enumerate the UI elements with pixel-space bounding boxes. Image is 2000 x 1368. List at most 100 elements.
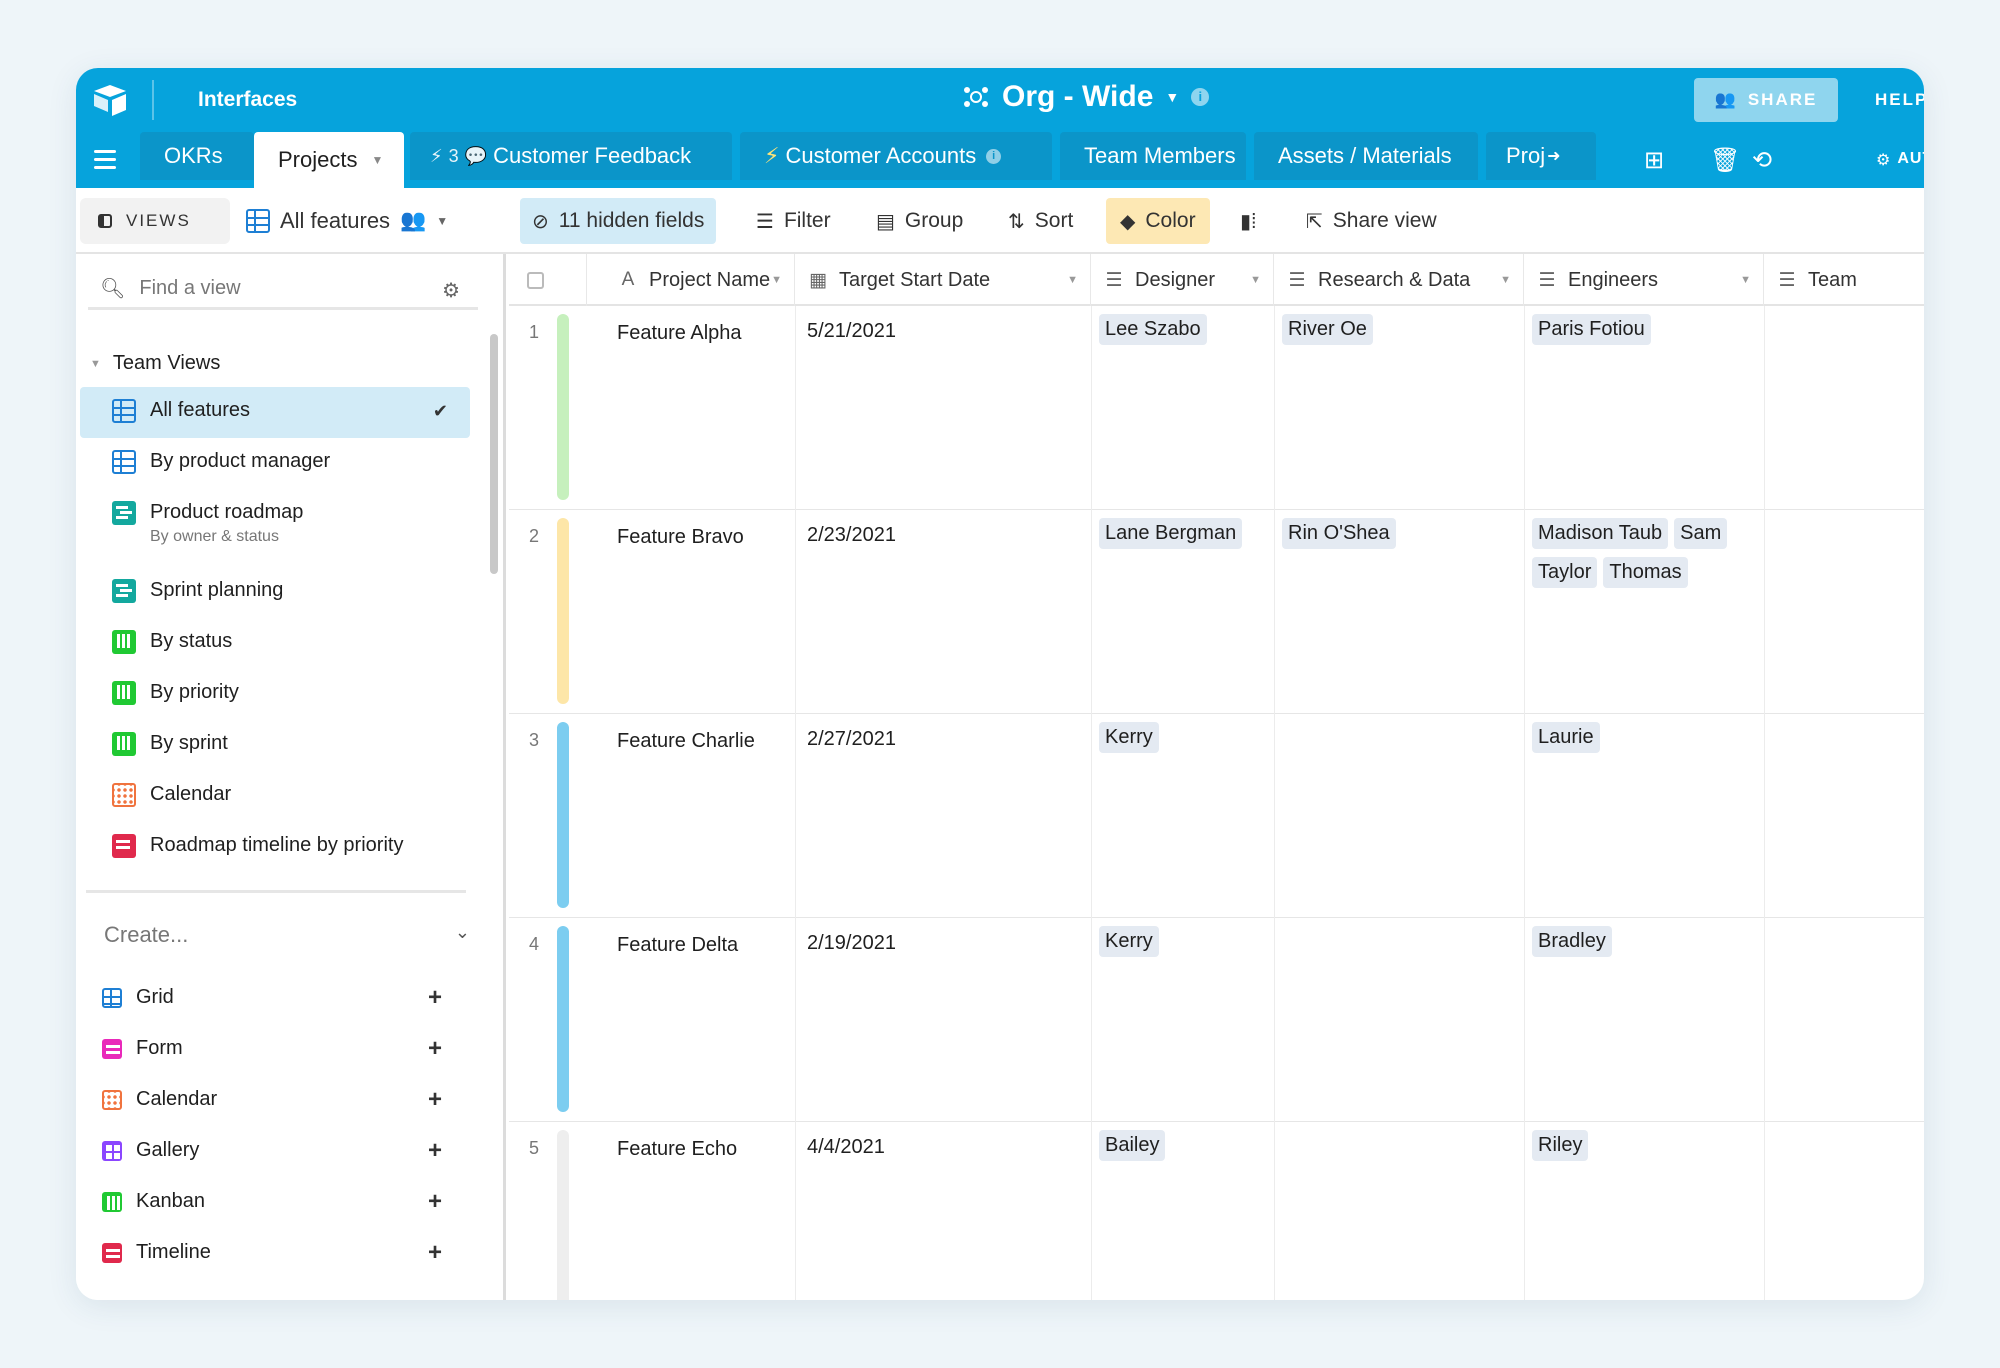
cell-engineers[interactable]: Bradley bbox=[1532, 926, 1758, 965]
cell-engineers[interactable]: Laurie bbox=[1532, 722, 1758, 761]
cell-target-start-date[interactable]: 2/19/2021 bbox=[807, 932, 896, 955]
tab-customer-feedback[interactable]: ⚡ 3 💬 Customer Feedback bbox=[410, 132, 732, 180]
plus-icon[interactable]: + bbox=[428, 1188, 442, 1216]
cell-research-data[interactable]: River Oe bbox=[1282, 314, 1518, 353]
chevron-right-icon[interactable]: ➜ bbox=[1547, 146, 1560, 166]
chevron-down-icon[interactable]: ▼ bbox=[1500, 274, 1511, 286]
cell-engineers[interactable]: Riley bbox=[1532, 1130, 1758, 1169]
column-header-research-data[interactable]: ☰ Research & Data ▼ bbox=[1274, 254, 1524, 306]
person-chip[interactable]: Taylor bbox=[1532, 557, 1597, 588]
hamburger-menu-icon[interactable] bbox=[94, 150, 116, 170]
share-button[interactable]: 👥 SHARE bbox=[1694, 78, 1838, 122]
plus-icon[interactable]: + bbox=[428, 1035, 442, 1063]
cell-project-name[interactable]: Feature Charlie bbox=[617, 730, 755, 753]
help-link[interactable]: HELP bbox=[1875, 90, 1924, 110]
person-chip[interactable]: Rin O'Shea bbox=[1282, 518, 1396, 549]
cell-project-name[interactable]: Feature Delta bbox=[617, 934, 738, 957]
person-chip[interactable]: Paris Fotiou bbox=[1532, 314, 1651, 345]
cell-target-start-date[interactable]: 2/27/2021 bbox=[807, 728, 896, 751]
team-views-section-header[interactable]: ▼ Team Views bbox=[90, 352, 220, 375]
views-toggle-button[interactable]: VIEWS bbox=[80, 198, 230, 244]
person-chip[interactable]: Bailey bbox=[1099, 1130, 1165, 1161]
create-grid[interactable]: Grid + bbox=[102, 972, 472, 1023]
trash-icon[interactable]: 🗑 bbox=[1710, 146, 1740, 175]
person-chip[interactable]: Laurie bbox=[1532, 722, 1600, 753]
find-view-input[interactable] bbox=[139, 277, 419, 300]
cell-designer[interactable]: Lee Szabo bbox=[1099, 314, 1269, 353]
hidden-fields-button[interactable]: ⊘ 11 hidden fields bbox=[520, 198, 716, 244]
plus-icon[interactable]: + bbox=[428, 1137, 442, 1165]
person-chip[interactable]: River Oe bbox=[1282, 314, 1373, 345]
cell-project-name[interactable]: Feature Bravo bbox=[617, 526, 744, 549]
view-item-calendar[interactable]: Calendar bbox=[80, 771, 470, 822]
view-item-product-roadmap[interactable]: Product roadmap By owner & status bbox=[80, 489, 470, 567]
sort-button[interactable]: ⇅ Sort bbox=[1008, 198, 1073, 244]
cell-target-start-date[interactable]: 5/21/2021 bbox=[807, 320, 896, 343]
tab-projects[interactable]: Projects ▼ bbox=[254, 132, 404, 188]
create-view-header[interactable]: Create... ⌄ bbox=[104, 922, 470, 948]
tab-projects-2[interactable]: Proj ➜ bbox=[1486, 132, 1596, 180]
chevron-down-icon[interactable]: ▼ bbox=[771, 274, 782, 286]
chevron-down-icon[interactable]: ▼ bbox=[1250, 274, 1261, 286]
view-item-by-priority[interactable]: By priority bbox=[80, 669, 470, 720]
automations-button[interactable]: ⚙ AUTOMAT bbox=[1876, 150, 1924, 170]
person-chip[interactable]: Lee Szabo bbox=[1099, 314, 1207, 345]
view-item-roadmap-timeline[interactable]: Roadmap timeline by priority bbox=[80, 822, 470, 873]
cell-target-start-date[interactable]: 2/23/2021 bbox=[807, 524, 896, 547]
cell-designer[interactable]: Kerry bbox=[1099, 722, 1269, 761]
select-all-checkbox[interactable] bbox=[527, 272, 544, 289]
column-header-project-name[interactable]: A Project Name ▼ bbox=[587, 254, 795, 306]
gear-icon[interactable]: ⚙ bbox=[442, 278, 460, 303]
cell-project-name[interactable]: Feature Echo bbox=[617, 1138, 737, 1161]
sidebar-scrollbar[interactable] bbox=[490, 334, 498, 574]
filter-button[interactable]: ☰ Filter bbox=[756, 198, 831, 244]
person-chip[interactable]: Riley bbox=[1532, 1130, 1588, 1161]
chevron-down-icon[interactable]: ▼ bbox=[371, 153, 383, 167]
tab-okrs[interactable]: OKRs bbox=[140, 132, 254, 180]
add-table-icon[interactable]: ⊞ bbox=[1644, 146, 1664, 175]
table-row[interactable]: 2Feature Bravo2/23/2021Lane BergmanRin O… bbox=[509, 510, 1924, 714]
person-chip[interactable]: Madison Taub bbox=[1532, 518, 1668, 549]
chevron-down-icon[interactable]: ▼ bbox=[1067, 274, 1078, 286]
airtable-logo-icon[interactable] bbox=[90, 82, 130, 118]
column-header-target-start-date[interactable]: ▦ Target Start Date ▼ bbox=[795, 254, 1091, 306]
view-switcher[interactable]: All features 👥 ▼ bbox=[246, 198, 448, 244]
cell-designer[interactable]: Kerry bbox=[1099, 926, 1269, 965]
view-item-by-status[interactable]: By status bbox=[80, 618, 470, 669]
share-view-button[interactable]: ⇱ Share view bbox=[1306, 198, 1437, 244]
base-title[interactable]: Org - Wide ▼ i bbox=[962, 80, 1209, 114]
history-icon[interactable]: ⟲ bbox=[1752, 146, 1772, 175]
table-row[interactable]: 4Feature Delta2/19/2021KerryBradley bbox=[509, 918, 1924, 1122]
create-calendar[interactable]: Calendar + bbox=[102, 1074, 472, 1125]
cell-target-start-date[interactable]: 4/4/2021 bbox=[807, 1136, 885, 1159]
person-chip[interactable]: Thomas bbox=[1603, 557, 1687, 588]
person-chip[interactable]: Bradley bbox=[1532, 926, 1612, 957]
view-item-all-features[interactable]: All features ✔ bbox=[80, 387, 470, 438]
tab-team-members[interactable]: Team Members bbox=[1060, 132, 1246, 180]
info-icon[interactable]: i bbox=[1191, 88, 1209, 106]
view-item-by-product-manager[interactable]: By product manager bbox=[80, 438, 470, 489]
cell-project-name[interactable]: Feature Alpha bbox=[617, 322, 742, 345]
tab-customer-accounts[interactable]: ⚡ Customer Accounts i bbox=[740, 132, 1052, 180]
cell-designer[interactable]: Bailey bbox=[1099, 1130, 1269, 1169]
cell-research-data[interactable]: Rin O'Shea bbox=[1282, 518, 1518, 557]
group-button[interactable]: ▤ Group bbox=[876, 198, 963, 244]
person-chip[interactable]: Kerry bbox=[1099, 926, 1159, 957]
color-button[interactable]: ◆ Color bbox=[1106, 198, 1210, 244]
plus-icon[interactable]: + bbox=[428, 1239, 442, 1267]
person-chip[interactable]: Kerry bbox=[1099, 722, 1159, 753]
plus-icon[interactable]: + bbox=[428, 984, 442, 1012]
cell-engineers[interactable]: Paris Fotiou bbox=[1532, 314, 1758, 353]
create-timeline[interactable]: Timeline + bbox=[102, 1227, 472, 1278]
column-header-designer[interactable]: ☰ Designer ▼ bbox=[1091, 254, 1274, 306]
table-row[interactable]: 5Feature Echo4/4/2021BaileyRiley bbox=[509, 1122, 1924, 1300]
create-gallery[interactable]: Gallery + bbox=[102, 1125, 472, 1176]
person-chip[interactable]: Lane Bergman bbox=[1099, 518, 1242, 549]
create-kanban[interactable]: Kanban + bbox=[102, 1176, 472, 1227]
plus-icon[interactable]: + bbox=[428, 1086, 442, 1114]
tab-assets-materials[interactable]: Assets / Materials bbox=[1254, 132, 1478, 180]
row-height-button[interactable]: ▮⁞ bbox=[1240, 198, 1257, 244]
table-row[interactable]: 3Feature Charlie2/27/2021KerryLaurie bbox=[509, 714, 1924, 918]
column-header-team[interactable]: ☰ Team bbox=[1764, 254, 1924, 306]
interfaces-link[interactable]: Interfaces bbox=[198, 88, 297, 112]
